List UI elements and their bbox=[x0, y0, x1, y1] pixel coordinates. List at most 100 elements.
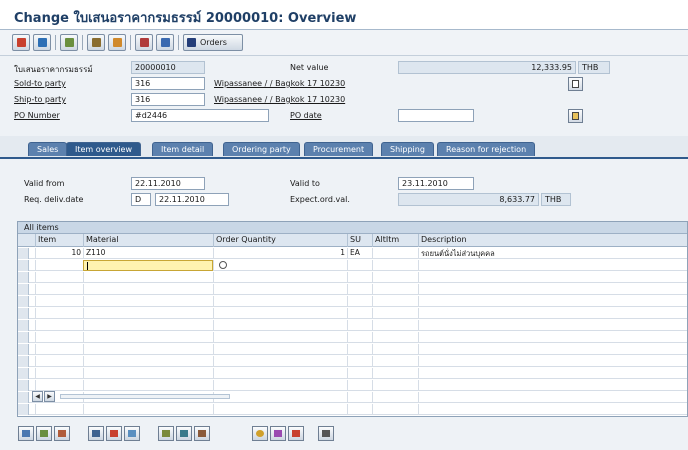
req-deliv-unit-field[interactable]: D bbox=[131, 193, 151, 206]
tab-reason-for-rejection[interactable]: Reason for rejection bbox=[437, 142, 536, 156]
cell-quantity[interactable] bbox=[213, 332, 347, 343]
table-row[interactable] bbox=[18, 356, 687, 367]
cell-description[interactable] bbox=[418, 368, 687, 379]
cell-su[interactable] bbox=[347, 272, 372, 283]
cell-item[interactable]: 10 bbox=[35, 248, 83, 259]
table-settings-icon[interactable] bbox=[318, 426, 334, 441]
cell-item[interactable] bbox=[35, 368, 83, 379]
edit-note-icon[interactable] bbox=[568, 109, 583, 123]
sort-descending-icon[interactable] bbox=[176, 426, 192, 441]
scroll-left-icon[interactable]: ◀ bbox=[32, 391, 43, 402]
delete-row-icon[interactable] bbox=[106, 426, 122, 441]
cell-material[interactable]: Z110 bbox=[83, 248, 213, 259]
tab-sales[interactable]: Sales bbox=[28, 142, 68, 156]
row-selector[interactable] bbox=[18, 284, 29, 295]
cell-su[interactable] bbox=[347, 392, 372, 403]
cell-quantity[interactable] bbox=[213, 392, 347, 403]
table-row[interactable] bbox=[18, 296, 687, 307]
cell-description[interactable] bbox=[418, 320, 687, 331]
row-selector[interactable] bbox=[18, 272, 29, 283]
cell-altitm[interactable] bbox=[372, 272, 418, 283]
insert-row-icon[interactable] bbox=[88, 426, 104, 441]
cell-item[interactable] bbox=[35, 332, 83, 343]
cell-altitm[interactable] bbox=[372, 260, 418, 271]
valid-to-field[interactable]: 23.11.2010 bbox=[398, 177, 474, 190]
cell-quantity[interactable] bbox=[213, 272, 347, 283]
cell-altitm[interactable] bbox=[372, 392, 418, 403]
cell-altitm[interactable] bbox=[372, 380, 418, 391]
cell-su[interactable] bbox=[347, 368, 372, 379]
table-row[interactable]: 10 Z110 1 EA รถยนต์นั่งไม่ส่วนบุคคล bbox=[18, 248, 687, 259]
cell-description[interactable]: รถยนต์นั่งไม่ส่วนบุคคล bbox=[418, 248, 687, 259]
table-row[interactable] bbox=[18, 380, 687, 391]
cell-su[interactable] bbox=[347, 344, 372, 355]
cell-item[interactable] bbox=[35, 320, 83, 331]
cell-item[interactable] bbox=[35, 380, 83, 391]
cell-description[interactable] bbox=[418, 284, 687, 295]
cell-material[interactable] bbox=[83, 368, 213, 379]
row-selector[interactable] bbox=[18, 356, 29, 367]
cell-altitm[interactable] bbox=[372, 344, 418, 355]
next-icon[interactable] bbox=[156, 34, 174, 51]
cell-quantity[interactable] bbox=[213, 284, 347, 295]
cell-altitm[interactable] bbox=[372, 248, 418, 259]
pricing-icon[interactable] bbox=[270, 426, 286, 441]
cell-description[interactable] bbox=[418, 332, 687, 343]
cell-description[interactable] bbox=[418, 392, 687, 403]
cell-altitm[interactable] bbox=[372, 296, 418, 307]
ship-to-name[interactable]: Wipassanee / / Bagkok 17 10230 bbox=[214, 95, 345, 104]
table-row[interactable] bbox=[18, 260, 687, 271]
cell-su[interactable] bbox=[347, 404, 372, 415]
item-detail-icon[interactable] bbox=[18, 426, 34, 441]
print-icon[interactable] bbox=[87, 34, 105, 51]
table-row[interactable] bbox=[18, 320, 687, 331]
scroll-track[interactable] bbox=[60, 394, 230, 399]
cell-description[interactable] bbox=[418, 296, 687, 307]
cell-description[interactable] bbox=[418, 380, 687, 391]
display-change-icon[interactable] bbox=[12, 34, 30, 51]
cell-su[interactable] bbox=[347, 296, 372, 307]
cell-altitm[interactable] bbox=[372, 308, 418, 319]
tab-procurement[interactable]: Procurement bbox=[304, 142, 374, 156]
cell-description[interactable] bbox=[418, 272, 687, 283]
row-selector[interactable] bbox=[18, 320, 29, 331]
table-row[interactable] bbox=[18, 368, 687, 379]
tab-shipping[interactable]: Shipping bbox=[381, 142, 434, 156]
req-deliv-date-field[interactable]: 22.11.2010 bbox=[155, 193, 229, 206]
table-row[interactable] bbox=[18, 272, 687, 283]
cell-su[interactable] bbox=[347, 332, 372, 343]
cell-material[interactable] bbox=[83, 404, 213, 415]
column-order-quantity[interactable]: Order Quantity bbox=[213, 234, 347, 247]
row-selector[interactable] bbox=[18, 368, 29, 379]
cell-quantity[interactable] bbox=[213, 260, 347, 271]
cell-su[interactable] bbox=[347, 320, 372, 331]
cell-quantity[interactable] bbox=[213, 344, 347, 355]
column-item[interactable]: Item bbox=[35, 234, 83, 247]
cell-su[interactable]: EA bbox=[347, 248, 372, 259]
sold-to-name[interactable]: Wipassanee / / Bagkok 17 10230 bbox=[214, 79, 345, 88]
cell-altitm[interactable] bbox=[372, 356, 418, 367]
cell-item[interactable] bbox=[35, 260, 83, 271]
cell-material[interactable] bbox=[83, 272, 213, 283]
table-row[interactable] bbox=[18, 344, 687, 355]
valid-from-field[interactable]: 22.11.2010 bbox=[131, 177, 205, 190]
ship-to-label[interactable]: Ship-to party bbox=[14, 95, 66, 104]
cell-material[interactable] bbox=[83, 332, 213, 343]
table-row[interactable] bbox=[18, 404, 687, 415]
cell-material[interactable] bbox=[83, 320, 213, 331]
column-altitm[interactable]: AltItm bbox=[372, 234, 418, 247]
cell-altitm[interactable] bbox=[372, 332, 418, 343]
sold-to-label[interactable]: Sold-to party bbox=[14, 79, 66, 88]
cell-material[interactable] bbox=[83, 380, 213, 391]
header-detail-icon[interactable] bbox=[60, 34, 78, 51]
cell-quantity[interactable]: 1 bbox=[213, 248, 347, 259]
sort-ascending-icon[interactable] bbox=[158, 426, 174, 441]
po-date-label[interactable]: PO date bbox=[290, 111, 322, 120]
cell-altitm[interactable] bbox=[372, 320, 418, 331]
cell-item[interactable] bbox=[35, 308, 83, 319]
cell-quantity[interactable] bbox=[213, 308, 347, 319]
tab-item-overview[interactable]: Item overview bbox=[66, 142, 142, 156]
cell-quantity[interactable] bbox=[213, 356, 347, 367]
tab-ordering-party[interactable]: Ordering party bbox=[223, 142, 300, 156]
status-icon[interactable] bbox=[108, 34, 126, 51]
